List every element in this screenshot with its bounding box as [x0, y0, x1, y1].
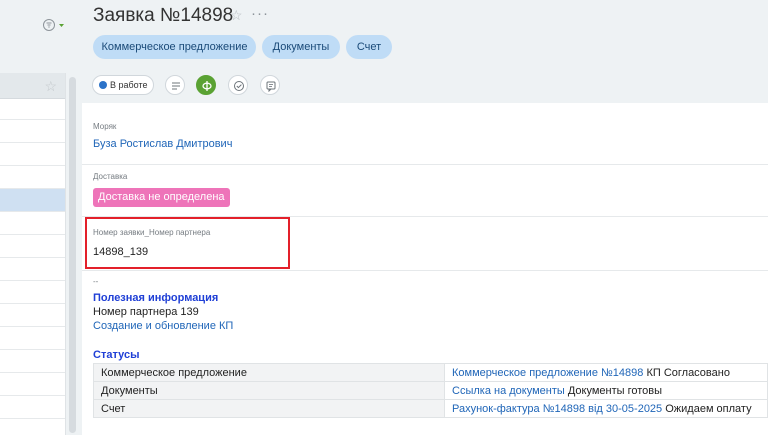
- partner-number-line: Номер партнера 139: [93, 306, 199, 318]
- status-label: В работе: [110, 80, 148, 90]
- table-row: Документы Ссылка на документы Документы …: [93, 381, 768, 400]
- list-item[interactable]: [0, 143, 65, 166]
- statuses-table: Коммерческое предложение Коммерческое пр…: [93, 363, 768, 418]
- field-label: Доставка: [93, 172, 128, 181]
- status-link[interactable]: Коммерческое предложение №14898: [452, 367, 643, 379]
- status-name: Документы: [93, 381, 445, 400]
- status-text: КП Согласовано: [643, 366, 730, 379]
- comment-button[interactable]: [260, 75, 280, 95]
- filter-icon[interactable]: [42, 17, 68, 33]
- status-name: Счет: [93, 399, 445, 418]
- list-item[interactable]: [0, 212, 65, 235]
- list-item[interactable]: [0, 396, 65, 419]
- field-sailor: Моряк Буза Ростислав Дмитрович: [93, 122, 232, 150]
- list-item[interactable]: [0, 281, 65, 304]
- list-item-selected[interactable]: [0, 189, 65, 212]
- check-circle-icon: [234, 81, 244, 91]
- field-label: Моряк: [93, 122, 117, 131]
- useful-info-section: -- Полезная информация Номер партнера 13…: [93, 277, 233, 333]
- status-text: Ожидаем оплату: [662, 402, 752, 415]
- status-link[interactable]: Рахунок-фактура №14898 від 30-05-2025: [452, 403, 662, 415]
- left-panel: ☆: [0, 0, 80, 435]
- list-item[interactable]: [0, 235, 65, 258]
- list-item[interactable]: [0, 373, 65, 396]
- list-scrollbar[interactable]: [66, 73, 80, 435]
- statuses-heading: Статусы: [93, 349, 140, 361]
- sailor-link[interactable]: Буза Ростислав Дмитрович: [93, 138, 232, 150]
- highlight-box: [85, 217, 290, 269]
- table-row: Счет Рахунок-фактура №14898 від 30-05-20…: [93, 399, 768, 418]
- comment-icon: [266, 81, 276, 92]
- tab-invoice[interactable]: Счет: [346, 35, 392, 59]
- more-icon[interactable]: ···: [251, 5, 269, 22]
- favorite-star-icon[interactable]: ☆: [230, 7, 243, 24]
- list-header: ☆: [0, 73, 65, 99]
- field-label: --: [93, 277, 99, 286]
- record-list: ☆: [0, 73, 66, 435]
- phi-button[interactable]: [196, 75, 216, 95]
- table-row: Коммерческое предложение Коммерческое пр…: [93, 363, 768, 382]
- status-name: Коммерческое предложение: [93, 363, 445, 382]
- list-button[interactable]: [165, 75, 185, 95]
- list-icon: [172, 82, 180, 90]
- status-button[interactable]: В работе: [92, 75, 154, 95]
- field-delivery: Доставка Доставка не определена: [93, 172, 230, 207]
- list-item[interactable]: [0, 350, 65, 373]
- status-cell: Ссылка на документы Документы готовы: [444, 381, 768, 400]
- record-card: Моряк Буза Ростислав Дмитрович Доставка …: [82, 103, 768, 435]
- list-item[interactable]: [0, 327, 65, 350]
- useful-info-heading: Полезная информация: [93, 292, 219, 304]
- divider: [82, 270, 768, 271]
- status-cell: Коммерческое предложение №14898 КП Согла…: [444, 363, 768, 382]
- phi-icon: [202, 81, 212, 91]
- divider: [82, 164, 768, 165]
- list-item[interactable]: [0, 166, 65, 189]
- kp-update-link[interactable]: Создание и обновление КП: [93, 320, 233, 332]
- list-item[interactable]: [0, 304, 65, 327]
- status-text: Документы готовы: [564, 384, 663, 397]
- page-title: Заявка №14898: [93, 5, 234, 26]
- delivery-badge[interactable]: Доставка не определена: [93, 188, 230, 207]
- list-item[interactable]: [0, 99, 65, 120]
- list-item[interactable]: [0, 120, 65, 143]
- tab-documents[interactable]: Документы: [262, 35, 340, 59]
- approve-button[interactable]: [228, 75, 248, 95]
- status-cell: Рахунок-фактура №14898 від 30-05-2025 Ож…: [444, 399, 768, 418]
- status-link[interactable]: Ссылка на документы: [452, 385, 565, 397]
- star-icon[interactable]: ☆: [44, 78, 57, 94]
- scrollbar-thumb[interactable]: [69, 77, 76, 433]
- tab-commercial-offer[interactable]: Коммерческое предложение: [93, 35, 256, 59]
- status-dot-icon: [99, 81, 107, 89]
- list-item[interactable]: [0, 258, 65, 281]
